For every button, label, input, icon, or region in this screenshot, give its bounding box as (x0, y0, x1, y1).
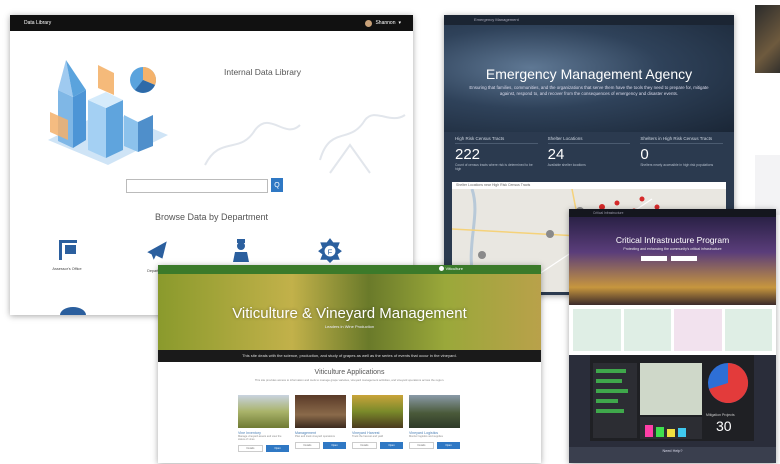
stat-description: Available shelter locations (547, 163, 586, 167)
page-title: Internal Data Library (224, 67, 302, 77)
hero-banner: Viticulture & Vineyard Management Leader… (158, 274, 541, 350)
department-icon-partial (60, 307, 86, 315)
stat-label: High Risk Census Tracts (455, 136, 538, 144)
stat-label: Shelter Locations (547, 136, 631, 144)
stat-shelters-high-risk: Shelters in High Risk Census Tracts 0 Sh… (635, 136, 728, 171)
search-icon: Q (274, 181, 280, 189)
police-officer-icon (233, 239, 249, 262)
header-bar: Critical Infrastructure (569, 209, 776, 217)
open-button[interactable]: Open (323, 442, 346, 450)
department-assessor[interactable]: Assessor's Office (32, 237, 102, 271)
brand-name: Viticulture (445, 266, 464, 271)
footer: Need Help? (569, 447, 776, 463)
stat-description: Count of census tracts where risk is det… (455, 163, 533, 171)
city-illustration (48, 60, 168, 165)
open-button[interactable]: Open (437, 442, 460, 450)
thumbnail[interactable] (623, 309, 671, 351)
stats-row: High Risk Census Tracts 222 Count of cen… (444, 132, 734, 175)
page-title: Critical Infrastructure Program (615, 235, 730, 245)
page-subtitle: Protecting and enhancing the community's… (623, 247, 722, 251)
department-fire[interactable]: F (295, 237, 365, 268)
app-card: Vine Inventory Manage vineyard assets an… (238, 395, 289, 453)
thumbnail[interactable] (674, 309, 722, 351)
app-image (238, 395, 289, 428)
brand[interactable]: Viticulture (438, 266, 464, 271)
filter-input[interactable] (671, 256, 697, 261)
line-art-decoration (204, 114, 406, 174)
dashboard-label: Mitigation Projects (706, 413, 735, 417)
dashboard-value: 30 (716, 418, 732, 434)
page-title: Viticulture & Vineyard Management (232, 305, 467, 322)
map-title: Shelter Locations near High Risk Census … (452, 182, 726, 189)
open-button[interactable]: Open (266, 445, 289, 453)
avatar (365, 19, 373, 27)
tagline: Ensuring that families, communities, and… (469, 85, 709, 96)
app-cards: Vine Inventory Manage vineyard assets an… (238, 395, 460, 453)
hero-banner: Critical Infrastructure Program Protecti… (569, 217, 776, 305)
app-desc: Monitor logistics and supplies (409, 435, 443, 438)
stat-value: 222 (455, 146, 481, 163)
hero-banner: Emergency Management Agency Ensuring tha… (444, 25, 734, 132)
svg-text:F: F (328, 247, 333, 256)
search-input[interactable] (126, 179, 268, 193)
fire-badge-icon: F (318, 238, 342, 263)
page-subtitle: Leaders in Wine Production (324, 324, 375, 329)
airplane-icon (147, 241, 167, 260)
partial-hero-image (755, 5, 780, 73)
dashboard: Mitigation Projects 30 (590, 355, 754, 441)
app-image (295, 395, 346, 428)
app-desc: Plan and track vineyard operations (295, 435, 335, 438)
header-bar: Emergency Management (444, 15, 734, 25)
stat-description: Shelters nearly accessible in high risk … (640, 163, 714, 167)
details-button[interactable]: Details (238, 445, 263, 453)
footer-title: Need Help? (662, 449, 683, 453)
page-title: Emergency Management Agency (485, 66, 693, 82)
app-card: Vineyard Harvest Track the harvest and y… (352, 395, 403, 452)
header-bar: Data Library Shannon ▾ (10, 15, 413, 31)
app-thumbnails (569, 305, 776, 355)
sign-icon (59, 240, 77, 260)
critical-infrastructure-page: Critical Infrastructure Critical Infrast… (569, 209, 776, 463)
app-card: Vineyard Logistics Monitor logistics and… (409, 395, 460, 452)
department-label: Assessor's Office (52, 267, 82, 271)
apps-description: This site provides access to information… (254, 378, 445, 382)
browse-heading: Browse Data by Department (154, 212, 269, 222)
stat-shelters: Shelter Locations 24 Available shelter l… (543, 136, 636, 171)
user-menu[interactable]: Shannon ▾ (365, 19, 401, 27)
partial-panel (755, 155, 780, 215)
chevron-down-icon: ▾ (398, 20, 401, 26)
app-card: Management Plan and track vineyard opera… (295, 395, 346, 452)
app-desc: Track the harvest and yield (352, 435, 384, 438)
stat-value: 24 (547, 146, 565, 163)
stat-value: 0 (640, 146, 649, 163)
viticulture-page: Viticulture Viticulture & Vineyard Manag… (158, 265, 541, 463)
apps-heading: Viticulture Applications (314, 369, 385, 376)
app-title: Data Library (24, 20, 52, 26)
app-desc: Manage vineyard assets and view the stat… (238, 435, 282, 442)
department-police[interactable] (206, 237, 276, 268)
details-button[interactable]: Details (352, 442, 377, 450)
thumbnail[interactable] (573, 309, 621, 351)
stat-label: Shelters in High Risk Census Tracts (640, 136, 724, 144)
details-button[interactable]: Details (295, 442, 320, 450)
search-button[interactable]: Q (271, 178, 283, 192)
open-button[interactable]: Open (380, 442, 403, 450)
search-input[interactable] (641, 256, 667, 261)
thumbnail[interactable] (724, 309, 772, 351)
logo-icon (438, 266, 444, 271)
app-image (352, 395, 403, 428)
app-image (409, 395, 460, 428)
header-bar: Viticulture (158, 265, 541, 274)
stat-high-risk: High Risk Census Tracts 222 Count of cen… (450, 136, 543, 171)
user-name: Shannon (375, 20, 396, 26)
details-button[interactable]: Details (409, 442, 434, 450)
intro-banner: This site deals with the science, produc… (158, 350, 541, 362)
